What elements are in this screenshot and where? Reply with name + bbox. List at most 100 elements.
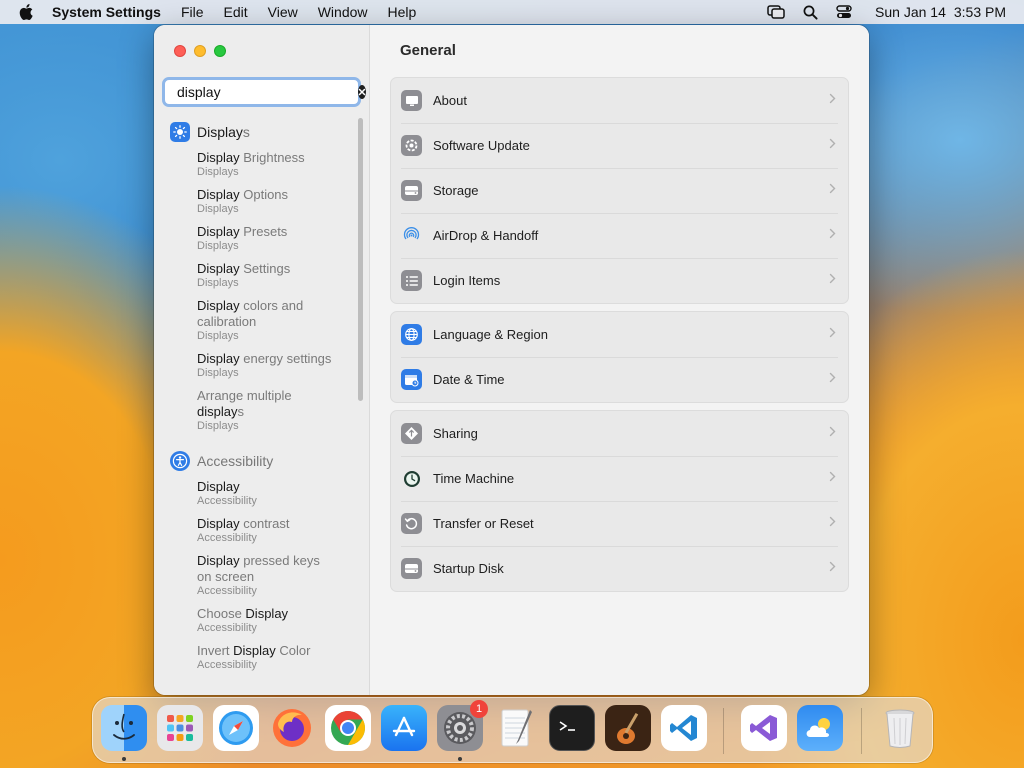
close-button[interactable] xyxy=(174,45,186,57)
result-title: Display Presets xyxy=(197,224,337,240)
chevron-right-icon xyxy=(829,273,836,284)
row-label: Time Machine xyxy=(433,471,515,486)
settings-group: Sharing Time Machine Transfer or Reset S… xyxy=(390,410,849,592)
search-field[interactable] xyxy=(162,77,366,107)
menu-help[interactable]: Help xyxy=(378,0,427,24)
launchpad-icon[interactable] xyxy=(157,705,203,751)
row-date-time[interactable]: Date & Time xyxy=(391,357,848,402)
visual-studio-icon[interactable] xyxy=(741,705,787,751)
result-title: Display Settings xyxy=(197,261,337,277)
row-label: Language & Region xyxy=(433,327,548,342)
finder-running-dot xyxy=(122,757,126,761)
apple-menu-icon[interactable] xyxy=(0,4,52,20)
dock-separator xyxy=(723,708,724,754)
result-rest: s xyxy=(237,404,244,419)
menu-app-name[interactable]: System Settings xyxy=(52,0,171,24)
result-item[interactable]: Display pressed keys on screen Accessibi… xyxy=(154,548,364,601)
result-group-accessibility[interactable]: Accessibility xyxy=(154,448,364,474)
weather-icon[interactable] xyxy=(797,705,843,751)
result-match: Display xyxy=(245,606,289,621)
search-input[interactable] xyxy=(177,84,358,100)
page-title: General xyxy=(400,42,456,59)
chevron-right-icon xyxy=(829,183,836,194)
result-match: Display xyxy=(197,261,240,276)
menu-clock[interactable]: Sun Jan 14 3:53 PM xyxy=(861,4,1006,20)
chevron-right-icon xyxy=(829,372,836,383)
menu-file[interactable]: File xyxy=(171,0,214,24)
result-category: Accessibility xyxy=(197,495,257,507)
textedit-icon[interactable] xyxy=(493,705,539,751)
row-label: Sharing xyxy=(433,426,478,441)
result-item[interactable]: Arrange multiple displays Displays xyxy=(154,383,364,436)
row-label: Software Update xyxy=(433,138,530,153)
menu-window[interactable]: Window xyxy=(308,0,378,24)
result-item[interactable]: Display Settings Displays xyxy=(154,256,364,293)
safari-icon[interactable] xyxy=(213,705,259,751)
label-match: Display xyxy=(197,124,243,140)
chrome-icon[interactable] xyxy=(325,705,371,751)
trash-icon[interactable] xyxy=(877,705,923,751)
vscode-icon[interactable] xyxy=(661,705,707,751)
content-pane: General About Software Update Storage Ai… xyxy=(370,25,869,695)
row-about[interactable]: About xyxy=(391,78,848,123)
result-pre: Choose xyxy=(197,606,246,621)
row-storage[interactable]: Storage xyxy=(391,168,848,213)
result-match: Display xyxy=(197,224,240,239)
sharing-icon xyxy=(401,423,422,444)
result-item[interactable]: Display Brightness Displays xyxy=(154,145,364,182)
control-center-icon[interactable] xyxy=(827,5,861,19)
menu-view[interactable]: View xyxy=(258,0,308,24)
software-update-icon xyxy=(401,135,422,156)
notification-badge: 1 xyxy=(470,700,488,718)
search-results: Displays Display Brightness Displays Dis… xyxy=(154,117,364,695)
row-label: Transfer or Reset xyxy=(433,516,534,531)
row-language-region[interactable]: Language & Region xyxy=(391,312,848,357)
label-rest: s xyxy=(242,124,250,140)
spotlight-search-icon[interactable] xyxy=(793,5,827,20)
terminal-icon[interactable] xyxy=(549,705,595,751)
zoom-button[interactable] xyxy=(214,45,226,57)
garageband-icon[interactable] xyxy=(605,705,651,751)
row-transfer-reset[interactable]: Transfer or Reset xyxy=(391,501,848,546)
result-item[interactable]: Invert Display Color Accessibility xyxy=(154,638,364,675)
screen-mirroring-icon[interactable] xyxy=(759,5,793,19)
dock: 1 xyxy=(92,697,933,763)
result-group-displays[interactable]: Displays xyxy=(154,119,364,145)
minimize-button[interactable] xyxy=(194,45,206,57)
result-item[interactable]: Display energy settings Displays xyxy=(154,346,364,383)
row-time-machine[interactable]: Time Machine xyxy=(391,456,848,501)
row-label: AirDrop & Handoff xyxy=(433,228,539,243)
row-software-update[interactable]: Software Update xyxy=(391,123,848,168)
result-item[interactable]: Choose Display Accessibility xyxy=(154,601,364,638)
result-item[interactable]: Display Accessibility xyxy=(154,474,364,511)
row-label: About xyxy=(433,93,467,108)
row-login-items[interactable]: Login Items xyxy=(391,258,848,303)
result-item[interactable]: Display Presets Displays xyxy=(154,219,364,256)
globe-icon xyxy=(401,324,422,345)
row-label: Login Items xyxy=(433,273,501,288)
dock-separator xyxy=(861,708,862,754)
firefox-icon[interactable] xyxy=(269,705,315,751)
system-settings-dock-icon[interactable]: 1 xyxy=(437,700,488,751)
finder-icon[interactable] xyxy=(101,705,147,751)
result-group-label: Accessibility xyxy=(197,453,274,469)
chevron-right-icon xyxy=(829,327,836,338)
result-title: Display xyxy=(197,479,337,495)
airdrop-icon xyxy=(401,225,422,246)
result-rest: Color xyxy=(275,643,311,658)
clear-search-icon[interactable] xyxy=(358,85,366,99)
result-item[interactable]: Display colors and calibration Displays xyxy=(154,293,364,346)
result-title: Display contrast xyxy=(197,516,337,532)
result-match: Display xyxy=(197,351,240,366)
row-startup-disk[interactable]: Startup Disk xyxy=(391,546,848,591)
menu-edit[interactable]: Edit xyxy=(214,0,258,24)
app-store-icon[interactable] xyxy=(381,705,427,751)
result-pre: Arrange multiple xyxy=(197,388,292,403)
result-item[interactable]: Display Options Displays xyxy=(154,182,364,219)
result-match: Display xyxy=(197,516,240,531)
displays-icon xyxy=(170,122,190,142)
row-airdrop-handoff[interactable]: AirDrop & Handoff xyxy=(391,213,848,258)
result-title: Display pressed keys on screen xyxy=(197,553,337,585)
result-item[interactable]: Display contrast Accessibility xyxy=(154,511,364,548)
row-sharing[interactable]: Sharing xyxy=(391,411,848,456)
